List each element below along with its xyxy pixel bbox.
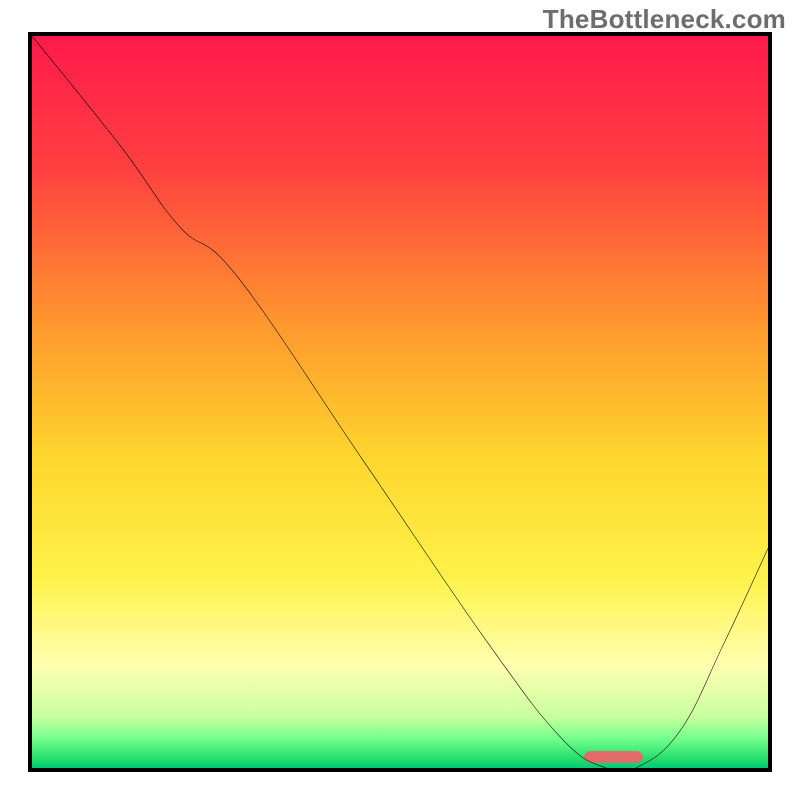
optimum-marker — [584, 751, 643, 763]
chart-svg — [32, 36, 768, 768]
watermark-text: TheBottleneck.com — [543, 4, 786, 35]
heat-gradient — [32, 36, 768, 768]
chart-stage: TheBottleneck.com — [0, 0, 800, 800]
plot-frame — [28, 32, 772, 772]
